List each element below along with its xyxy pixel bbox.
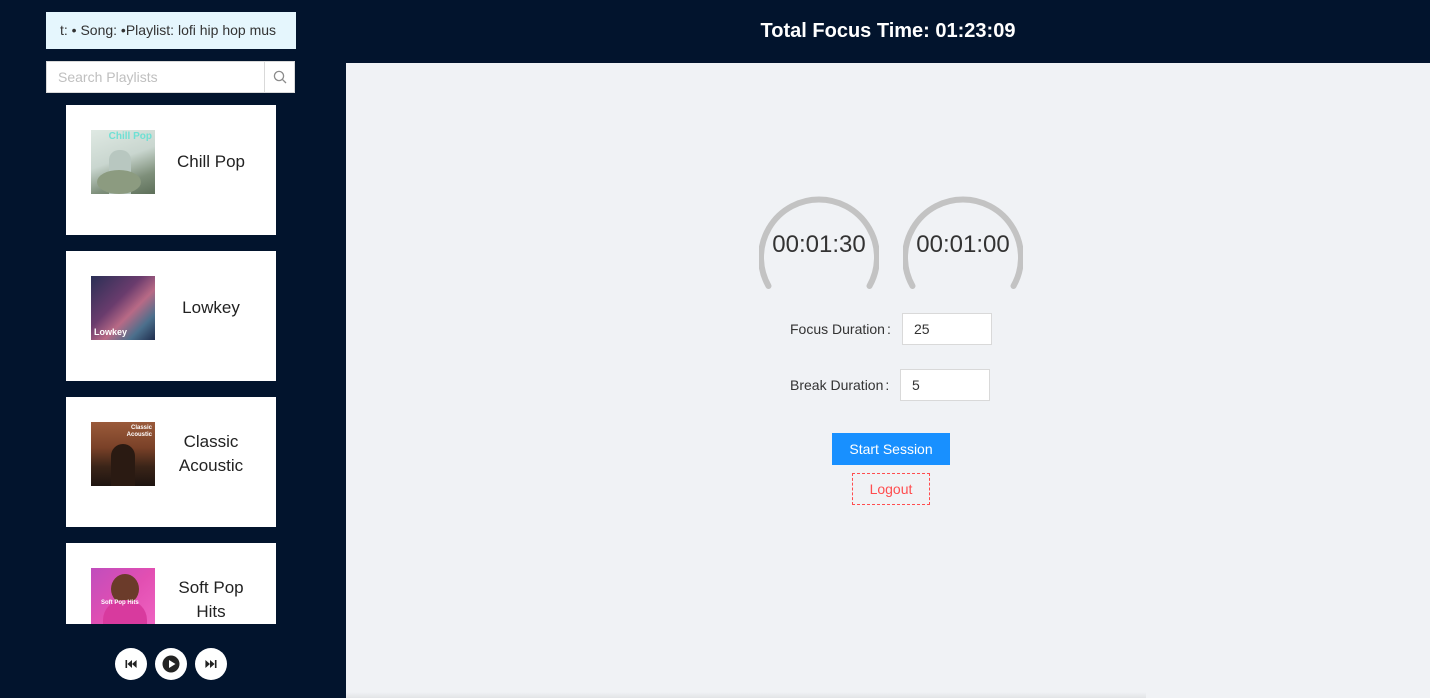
start-session-button[interactable]: Start Session	[832, 433, 950, 465]
playlist-card-classic-acoustic[interactable]: Classic Acoustic Classic Acoustic	[66, 397, 276, 527]
play-button[interactable]	[155, 648, 187, 680]
focus-duration-input[interactable]	[902, 313, 992, 345]
break-duration-input[interactable]	[900, 369, 990, 401]
break-timer-value: 00:01:00	[916, 231, 1010, 258]
play-icon	[162, 655, 180, 673]
header: Total Focus Time: 01:23:09	[346, 0, 1430, 63]
player-controls	[115, 648, 228, 680]
playlist-list: Chill Pop Chill Pop Lowkey Lowkey Classi…	[66, 105, 276, 624]
focus-timer: 00:01:30	[759, 185, 879, 295]
now-playing-ticker: t: • Song: •Playlist: lofi hip hop mus	[46, 12, 296, 49]
bottom-shadow	[346, 692, 1146, 698]
playlist-card-chill-pop[interactable]: Chill Pop Chill Pop	[66, 105, 276, 235]
playlist-title: Chill Pop	[176, 152, 246, 171]
search-button[interactable]	[264, 62, 294, 92]
playlist-cover: Classic Acoustic	[91, 422, 155, 486]
focus-duration-label: Focus Duration:	[790, 321, 891, 337]
previous-button[interactable]	[115, 648, 147, 680]
next-button[interactable]	[195, 648, 227, 680]
focus-timer-value: 00:01:30	[772, 231, 866, 258]
previous-icon	[125, 660, 137, 668]
playlist-cover: Lowkey	[91, 276, 155, 340]
playlist-card-soft-pop-hits[interactable]: Soft Pop Hits Soft Pop Hits	[66, 543, 276, 624]
logout-button[interactable]: Logout	[852, 473, 930, 505]
playlist-title: Soft Pop Hits	[178, 578, 244, 621]
playlist-title: Lowkey	[182, 298, 240, 317]
main-panel: 00:01:30 00:01:00 Focus Duration: Break …	[346, 63, 1430, 698]
next-icon	[205, 660, 217, 668]
playlist-cover: Chill Pop	[91, 130, 155, 194]
sidebar: t: • Song: •Playlist: lofi hip hop mus C…	[0, 0, 346, 698]
total-focus-time: Total Focus Time: 01:23:09	[760, 20, 1016, 42]
search-input[interactable]	[47, 62, 264, 92]
playlist-cover: Soft Pop Hits	[91, 568, 155, 624]
playlist-search	[46, 61, 295, 93]
playlist-title: Classic Acoustic	[178, 432, 244, 475]
break-duration-label: Break Duration:	[790, 377, 890, 393]
now-playing-text: t: • Song: •Playlist: lofi hip hop mus	[60, 22, 277, 38]
search-icon	[273, 70, 286, 84]
break-timer: 00:01:00	[903, 185, 1023, 295]
playlist-card-lowkey[interactable]: Lowkey Lowkey	[66, 251, 276, 381]
